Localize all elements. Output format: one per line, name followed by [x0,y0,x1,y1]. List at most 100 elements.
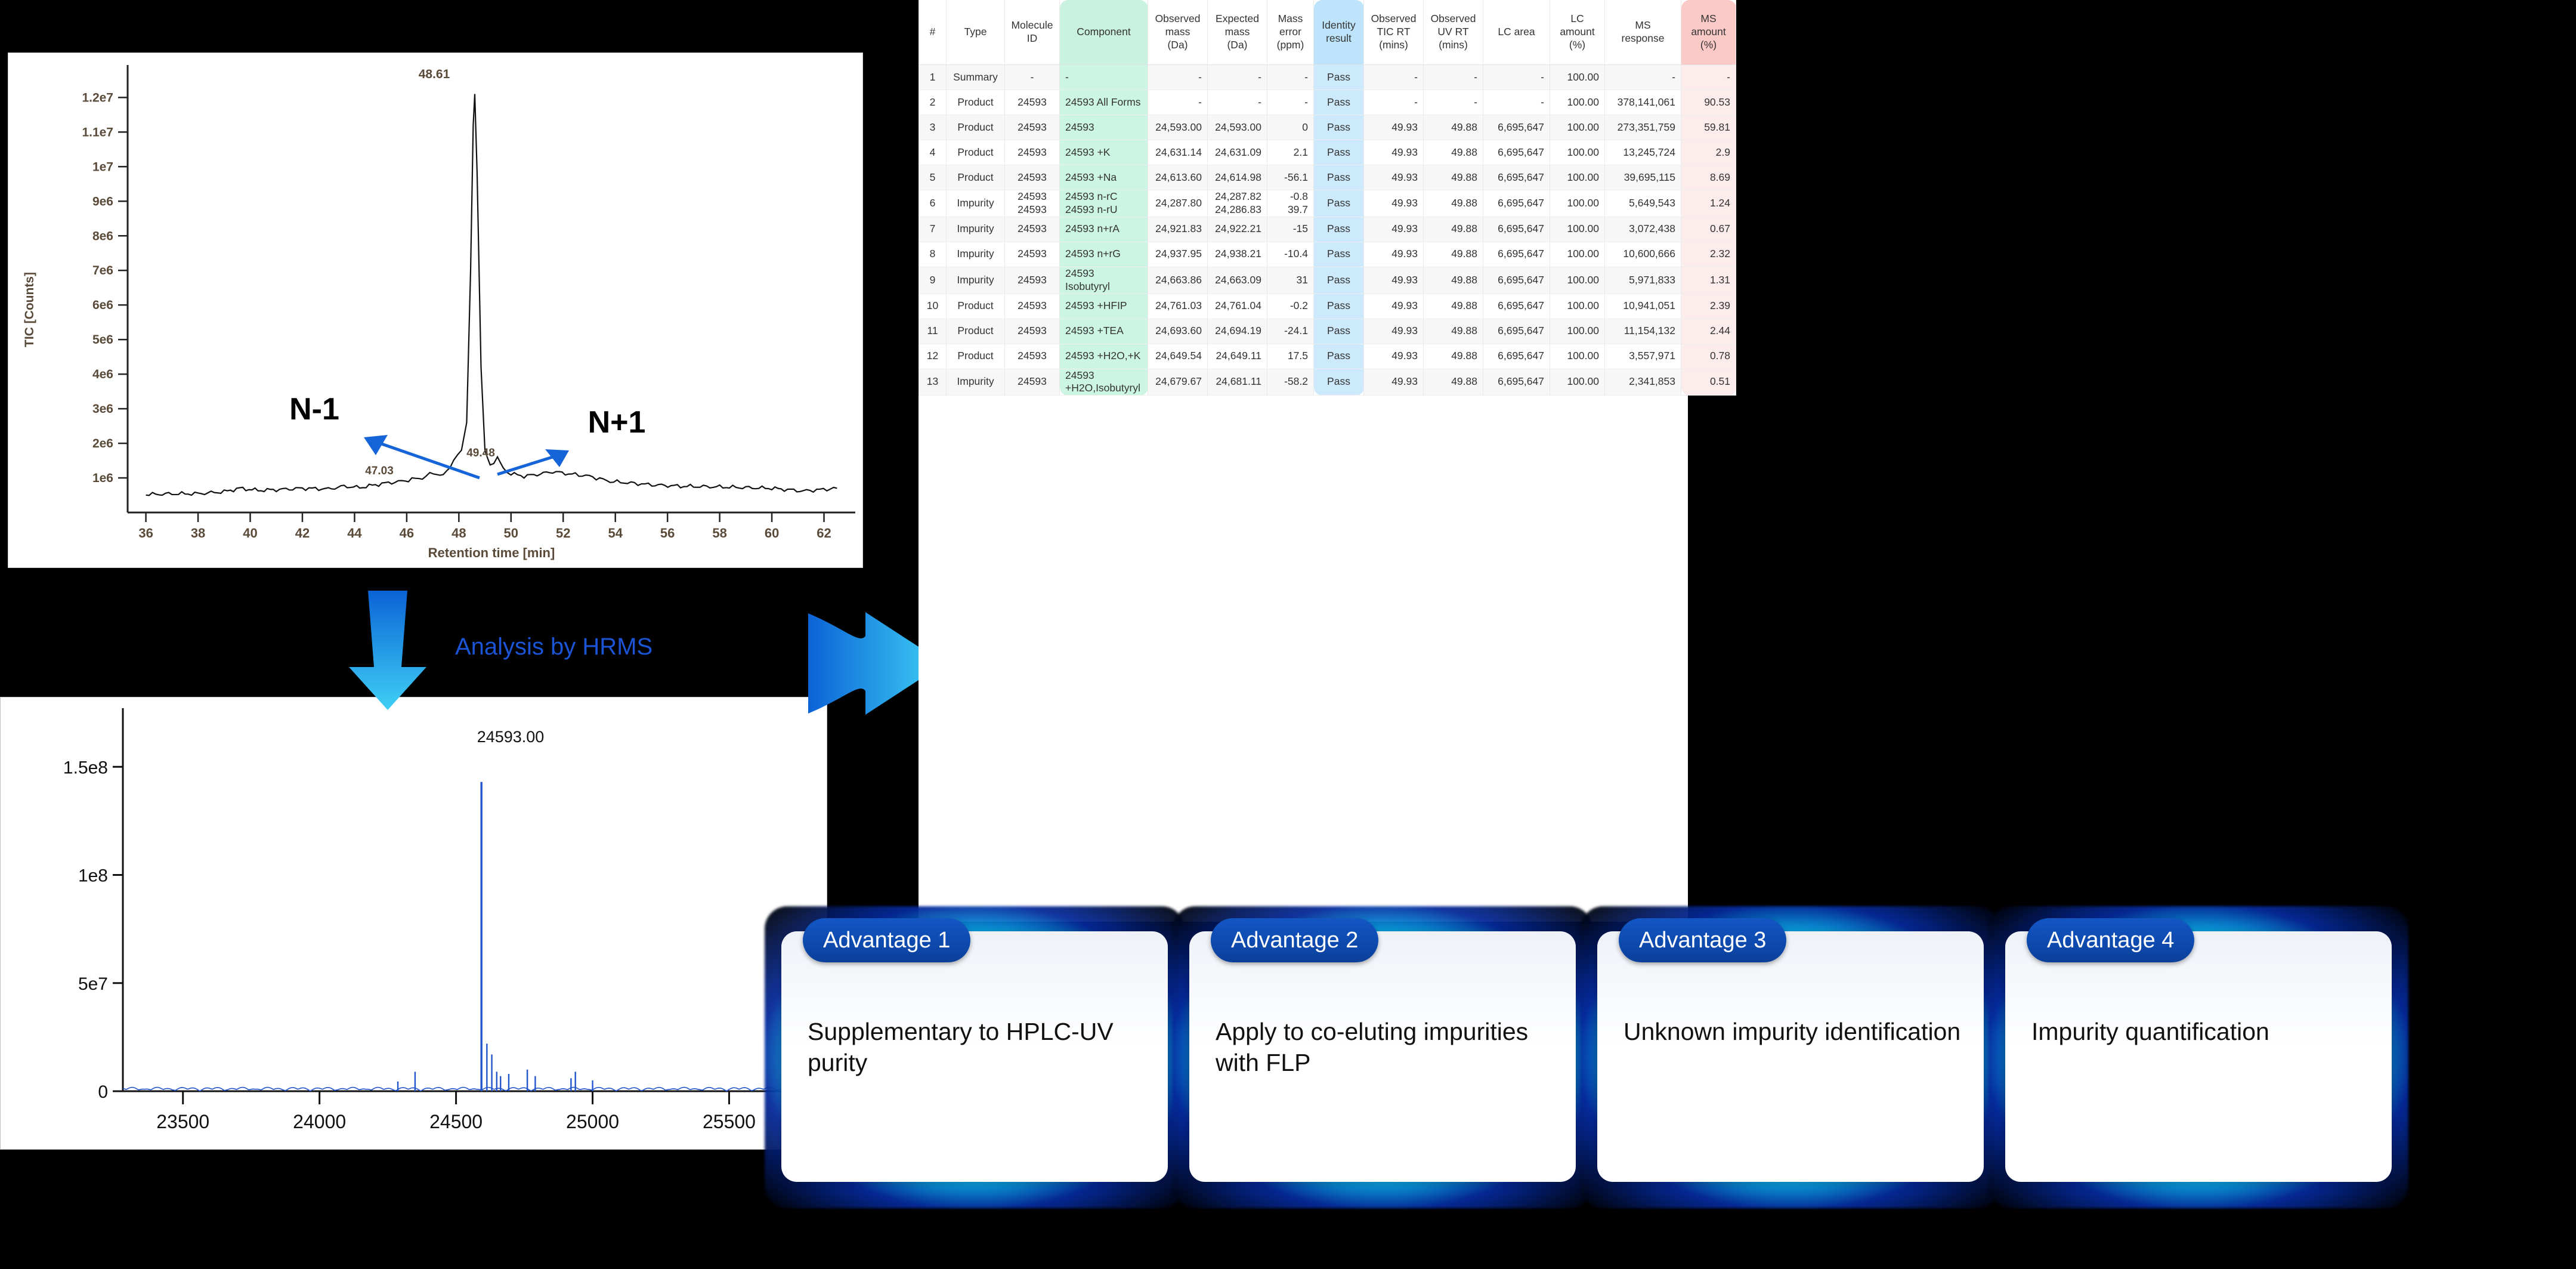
cell-line: Pass [1327,70,1350,83]
table-row[interactable]: 12 Product 24593 24593 +H2O,+K 24,649.54 24,6… [919,344,1736,369]
cell-line: Product [957,350,994,362]
column-header-line: Observed [1155,13,1201,25]
cell-line: 24593 n+rG [1065,248,1121,260]
column-header-lc_amount[interactable]: LC amount (%) [1550,0,1605,65]
table-row[interactable]: 5 Product 24593 24593 +Na 24,613.60 24,614.98… [919,165,1736,190]
cell-identity_result: Pass [1313,140,1364,165]
cell-lc_amount: 100.00 [1550,267,1605,294]
column-header-num[interactable]: # [919,0,947,65]
cell-line: 90.53 [1704,95,1730,108]
column-header-molecule_id[interactable]: Molecule ID [1004,0,1060,65]
column-header-line: Identity [1322,19,1356,32]
cell-line: Pass [1327,171,1350,183]
y-tick-label: 1e6 [92,471,113,485]
cell-molecule_id: 24593 [1004,140,1060,165]
column-header-observed_tic_rt[interactable]: Observed TIC RT (mins) [1363,0,1424,65]
cell-line: 6,695,647 [1498,248,1544,260]
y-tick-label: 4e6 [92,368,113,381]
column-header-line: TIC RT [1377,26,1411,38]
column-header-expected_mass[interactable]: Expected mass (Da) [1207,0,1267,65]
cell-line: 49.93 [1391,171,1418,183]
advantage-tab-3[interactable]: Advantage 3 [1619,918,1787,962]
n-minus-1-label: N-1 [289,392,339,427]
advantage-tab-4[interactable]: Advantage 4 [2027,918,2195,962]
column-header-observed_uv_rt[interactable]: Observed UV RT (mins) [1423,0,1483,65]
cell-line: 6,695,647 [1498,121,1544,133]
x-tick-label: 48 [452,526,466,541]
column-header-mass_error[interactable]: Mass error (ppm) [1267,0,1314,65]
cell-identity_result: Pass [1313,115,1364,140]
table-row[interactable]: 13 Impurity 24593 24593 +H2O,Isobutyryl 24,67… [919,369,1736,396]
column-header-ms_amount[interactable]: MS amount (%) [1681,0,1736,65]
cell-line: 24,631.09 [1215,146,1261,158]
cell-line: 49.88 [1451,196,1477,209]
cell-line: 24,693.60 [1155,325,1202,337]
table-row[interactable]: 3 Product 24593 24593 24,593.00 24,593.00 0 Pas… [919,115,1736,140]
cell-component: 24593 +TEA [1059,319,1148,344]
ms-x-tick-label: 23500 [156,1111,209,1132]
cell-line: 10,600,666 [1623,248,1675,260]
cell-line: 9 [929,273,936,286]
cell-line: 24,938.21 [1215,248,1261,260]
ms-y-tick-label: 1.5e8 [63,758,108,777]
advantage-card-4[interactable] [2005,931,2392,1182]
cell-line: Pass [1327,273,1350,286]
table-row[interactable]: 10 Product 24593 24593 +HFIP 24,761.03 24,761… [919,294,1736,319]
cell-observed_mass: 24,631.14 [1148,140,1208,165]
cell-line: 1.24 [1709,196,1730,209]
cell-line: -0.8 [1289,190,1308,202]
cell-identity_result: Pass [1313,89,1364,115]
advantage-tab-1[interactable]: Advantage 1 [803,918,971,962]
cell-mass_error: -10.4 [1267,242,1314,267]
cell-line: 6,695,647 [1498,273,1544,286]
cell-line: Pass [1327,375,1350,388]
column-header-observed_mass[interactable]: Observed mass (Da) [1148,0,1208,65]
chromatogram-x-axis-label: Retention time [min] [428,545,555,560]
table-row[interactable]: 7 Impurity 24593 24593 n+rA 24,921.83 24,922.… [919,217,1736,242]
cell-line: 24,694.19 [1215,325,1261,337]
cell-ms_response: - [1604,64,1681,90]
cell-num: 2 [919,89,947,115]
ms-y-tick-label: 0 [98,1082,108,1102]
cell-observed_tic_rt: 49.93 [1363,140,1424,165]
cell-lc_amount: 100.00 [1550,217,1605,242]
ms-x-tick-label: 24500 [429,1111,483,1132]
cell-ms_amount: 2.9 [1681,140,1736,165]
peak-label-4703: 47.03 [365,465,394,477]
column-header-identity_result[interactable]: Identity result [1313,0,1364,65]
cell-component: 24593 +Na [1059,165,1148,190]
cell-line: 24593 [1018,273,1047,286]
table-row[interactable]: 2 Product 24593 24593 All Forms - - - Pass - - - 10… [919,89,1736,115]
column-header-lc_area[interactable]: LC area [1483,0,1550,65]
table-row[interactable]: 4 Product 24593 24593 +K 24,631.14 24,631.09 2… [919,140,1736,165]
table-row[interactable]: 6 Impurity 24593 24593 24593 n-rC 24593 n-rU 2… [919,190,1736,217]
cell-line: 6,695,647 [1498,350,1544,362]
table-row[interactable]: 9 Impurity 24593 24593 Isobutyryl 24,663.86 24… [919,267,1736,294]
table-row[interactable]: 11 Product 24593 24593 +TEA 24,693.60 24,694.… [919,319,1736,344]
advantage-tab-2[interactable]: Advantage 2 [1211,918,1379,962]
ms-peak-label: 24593.00 [477,728,545,746]
cell-line: 24593 [1018,203,1047,215]
cell-molecule_id: 24593 [1004,344,1060,369]
cell-line: 100.00 [1567,248,1599,260]
cell-ms_amount: 1.31 [1681,267,1736,294]
cell-line: 24593 [1018,171,1047,183]
peak-label-4861: 48.61 [419,67,450,81]
table-row[interactable]: 8 Impurity 24593 24593 n+rG 24,937.95 24,938.… [919,242,1736,267]
column-header-component[interactable]: Component [1059,0,1148,65]
cell-ms_amount: - [1681,64,1736,90]
cell-line: Impurity [957,196,994,209]
cell-observed_uv_rt: 49.88 [1423,140,1483,165]
cell-line: Product [957,325,994,337]
cell-line: 100.00 [1567,171,1599,183]
advantage-card-3[interactable] [1597,931,1984,1182]
y-tick-label: 9e6 [92,194,113,208]
column-header-ms_response[interactable]: MS response [1604,0,1681,65]
column-header-line: Observed [1430,13,1476,25]
column-header-type[interactable]: Type [946,0,1005,65]
cell-line: 24,287.82 [1215,190,1261,202]
advantage-body-3: Unknown impurity identification [1623,1018,1961,1045]
cell-lc_amount: 100.00 [1550,344,1605,369]
table-row[interactable]: 1 Summary - - - - - Pass - - - 100.00 - - [919,64,1736,90]
cell-lc_amount: 100.00 [1550,319,1605,344]
